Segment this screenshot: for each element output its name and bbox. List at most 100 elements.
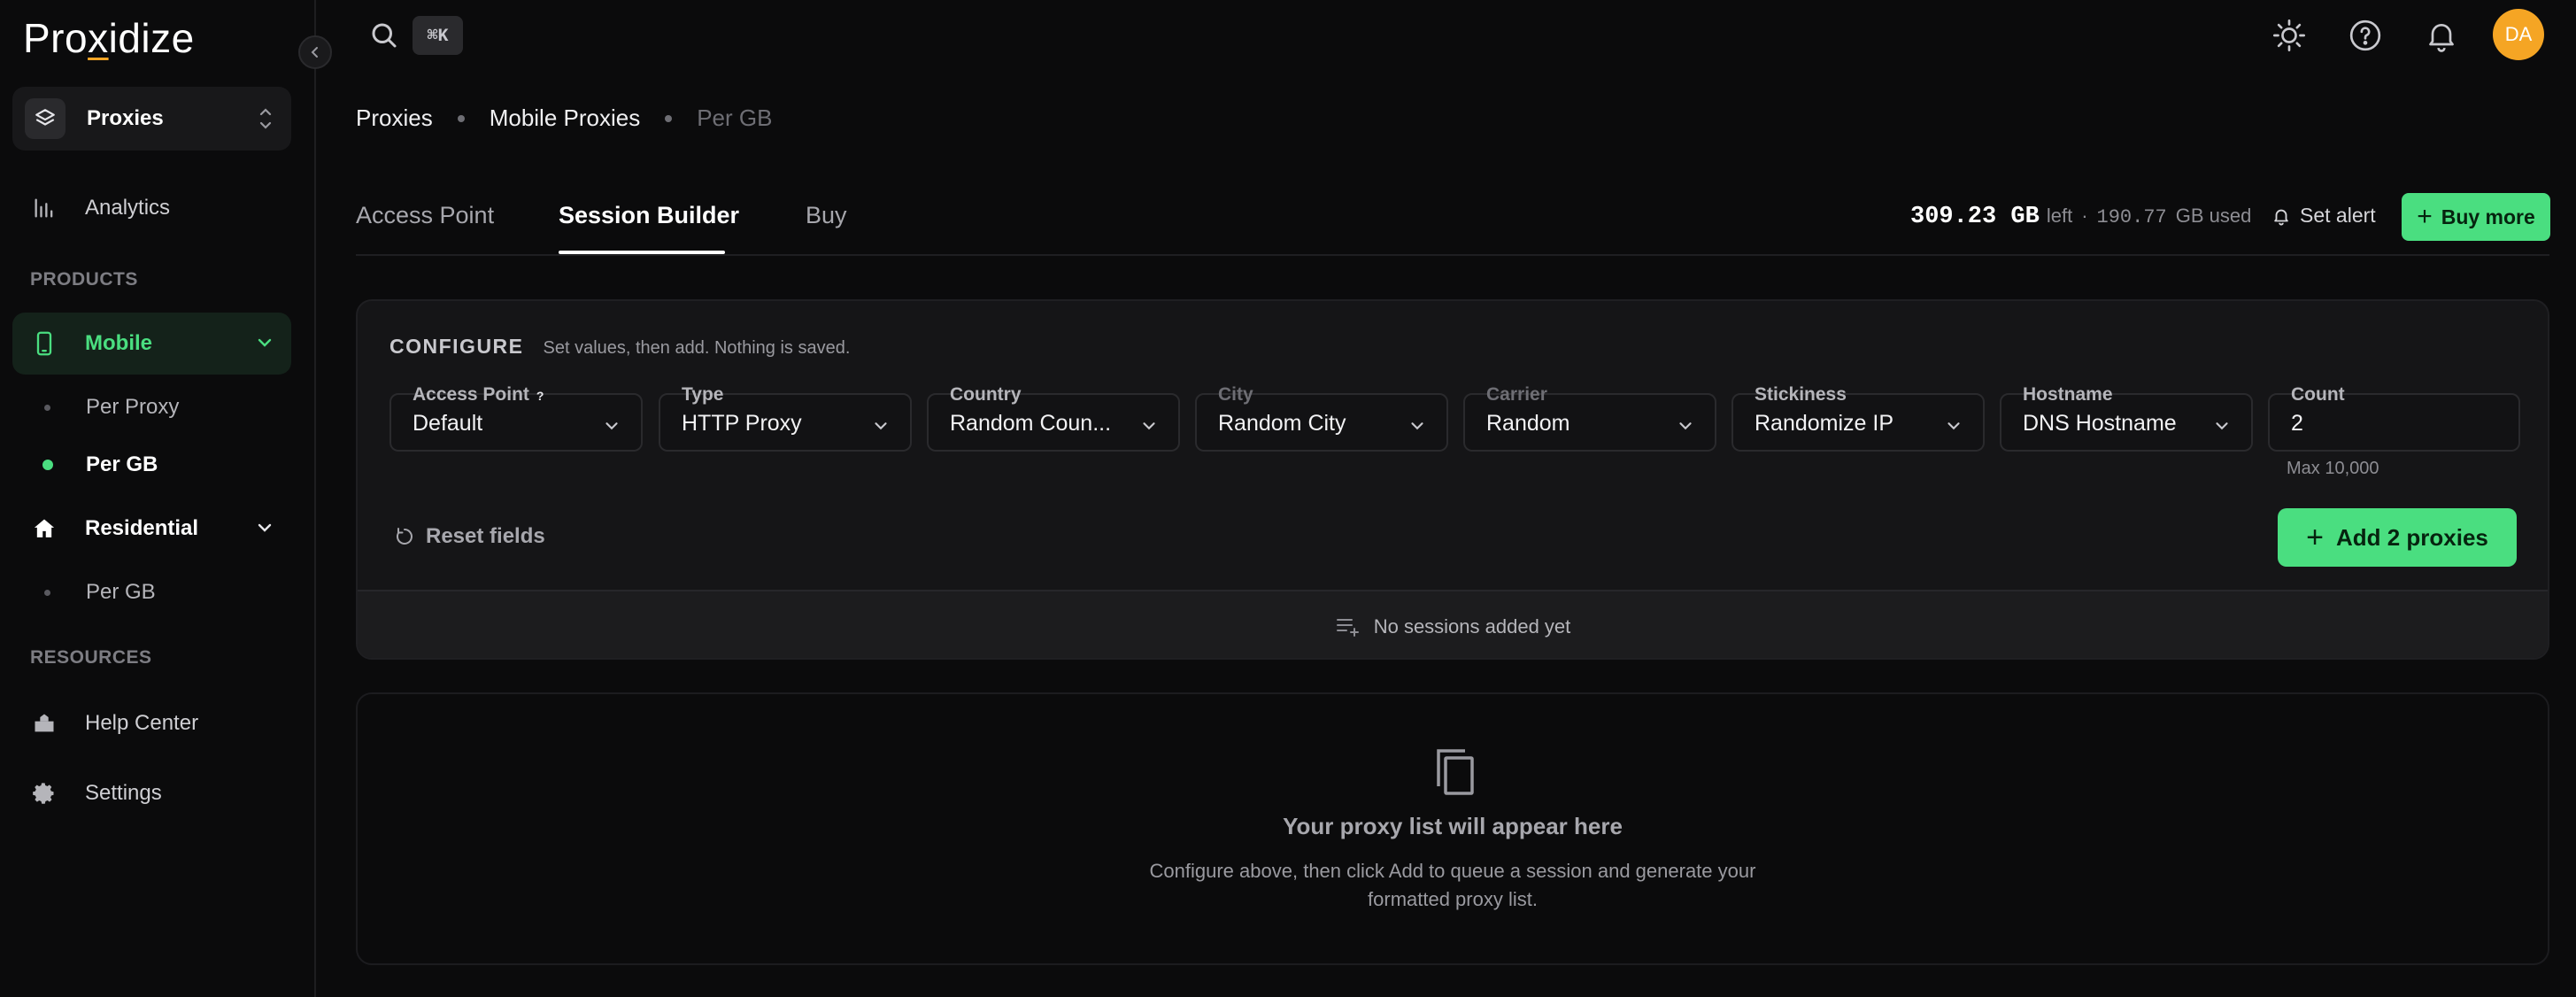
chevron-down-icon [1947,422,1960,430]
help-button[interactable] [2346,16,2385,55]
chevron-down-icon [2216,422,2228,430]
brand-logo[interactable]: Proxidize [23,14,195,62]
home-icon [30,514,58,543]
breadcrumb: Proxies Mobile Proxies Per GB [356,104,772,132]
project-switcher[interactable]: Proxies [12,87,291,151]
list-add-icon [1336,618,1359,637]
sidebar-item-label: Mobile [85,331,152,355]
field-label: Carrier [1486,384,1547,405]
chevron-down-icon [1411,422,1423,430]
gb-used-label: GB used [2175,205,2252,227]
field-value: Random Coun... [950,411,1112,436]
country-select[interactable]: Country Random Coun... [927,384,1180,452]
sidebar: Proxidize Proxies Analytics PRODUCTS Mob… [0,0,316,997]
sidebar-item-residential[interactable]: Residential [12,498,291,560]
stickiness-select[interactable]: Stickiness Randomize IP [1731,384,1985,452]
add-proxies-label: Add 2 proxies [2335,523,2488,551]
sessions-empty-state: No sessions added yet [358,590,2548,658]
theme-toggle-button[interactable] [2270,16,2309,55]
sidebar-item-label: Per GB [86,580,156,604]
search-icon[interactable] [368,19,400,51]
buy-more-button[interactable]: + Buy more [2402,193,2550,241]
sidebar-item-analytics[interactable]: Analytics [12,177,291,239]
field-label: City [1218,384,1253,405]
logo-part: idize [108,15,195,61]
chevron-down-icon [1143,422,1155,430]
active-bullet [42,460,53,470]
gb-used-value: 190.77 [2096,206,2167,228]
tab-session-builder[interactable]: Session Builder [559,202,739,229]
breadcrumb-current: Per GB [697,104,773,131]
chevron-left-icon [311,47,318,58]
field-value: HTTP Proxy [682,411,802,436]
help-center-icon [30,709,58,738]
chevron-down-icon [605,422,618,430]
configure-panel: CONFIGURE Set values, then add. Nothing … [356,299,2549,660]
buy-more-label: Buy more [2441,205,2535,228]
sidebar-subitem-mobile-per-proxy[interactable]: Per Proxy [12,383,291,432]
sidebar-item-label: Settings [85,781,162,805]
field-value: Random City [1218,411,1346,436]
field-value: Default [413,411,483,436]
project-name: Proxies [87,106,164,130]
avatar[interactable]: DA [2493,9,2544,60]
add-proxies-button[interactable]: + Add 2 proxies [2278,508,2517,567]
collapse-sidebar-button[interactable] [298,35,332,69]
sidebar-item-label: Residential [85,516,199,540]
city-select[interactable]: City Random City [1195,384,1448,452]
field-label: Stickiness [1755,384,1847,405]
bar-chart-icon [30,194,58,222]
field-value: DNS Hostname [2023,411,2177,436]
access-point-select[interactable]: Access Point? Default [389,384,643,452]
section-resources: RESOURCES [30,647,152,668]
sidebar-item-mobile[interactable]: Mobile [12,313,291,375]
refresh-icon [396,528,413,545]
field-label: Country [950,384,1022,405]
configure-title: CONFIGURE [389,335,524,358]
set-alert-label: Set alert [2300,204,2376,227]
hostname-select[interactable]: Hostname DNS Hostname [2000,384,2253,452]
field-value: Randomize IP [1755,411,1894,436]
set-alert-button[interactable]: Set alert [2271,204,2376,228]
sidebar-subitem-residential-per-gb[interactable]: Per GB [12,568,291,617]
logo-part: x [88,15,109,61]
gear-icon [30,779,58,808]
sidebar-item-label: Help Center [85,711,199,735]
sidebar-item-label: Analytics [85,196,171,220]
chevron-down-icon [258,523,272,532]
field-label-text: Access Point [413,384,529,405]
sidebar-subitem-mobile-per-gb[interactable]: Per GB [12,440,291,490]
breadcrumb-mobile-proxies[interactable]: Mobile Proxies [490,104,641,132]
chevron-down-icon [258,338,272,347]
field-value: 2 [2291,411,2303,436]
search-shortcut[interactable]: ⌘K [413,16,463,55]
count-input[interactable]: Count 2 [2268,384,2520,452]
logo-part: Pro [23,15,89,61]
tab-access-point[interactable]: Access Point [356,202,494,229]
copy-icon [1437,749,1474,795]
sidebar-item-settings[interactable]: Settings [12,762,291,824]
type-select[interactable]: Type HTTP Proxy [659,384,912,452]
chevron-down-icon [875,422,887,430]
reset-fields-label: Reset fields [426,524,545,548]
phone-icon [30,329,58,358]
tab-buy[interactable]: Buy [806,202,847,229]
breadcrumb-proxies[interactable]: Proxies [356,104,433,132]
field-value: Random [1486,411,1570,436]
divider [356,254,2549,256]
proxy-list-title: Your proxy list will appear here [1283,813,1623,839]
question-circle-icon [2349,19,2381,51]
notifications-button[interactable] [2422,16,2461,55]
field-label: Access Point? [413,384,544,406]
sidebar-item-label: Per Proxy [86,395,180,419]
reset-fields-button[interactable]: Reset fields [394,524,545,549]
breadcrumb-separator [457,114,465,122]
help-icon[interactable]: ? [536,389,544,403]
carrier-select[interactable]: Carrier Random [1463,384,1716,452]
sidebar-item-help-center[interactable]: Help Center [12,692,291,754]
usage-separator: · [2081,205,2088,227]
configure-header: CONFIGURE Set values, then add. Nothing … [389,335,850,359]
field-label: Type [682,384,724,405]
bullet [44,404,50,411]
bell-icon [2274,209,2288,226]
